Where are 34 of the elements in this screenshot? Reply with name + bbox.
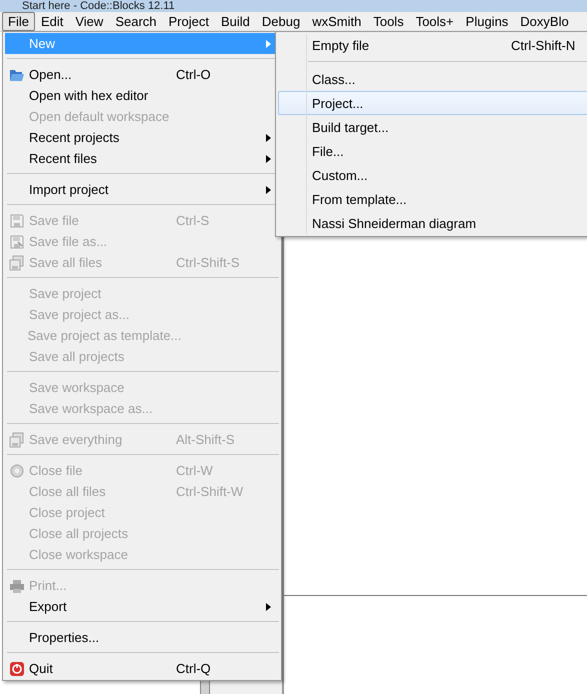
menu-item[interactable]: Recent files [5, 148, 279, 169]
menu-item[interactable]: File... [278, 139, 587, 163]
printer-icon [9, 578, 25, 594]
window-title: Start here - Code::Blocks 12.11 [22, 0, 175, 12]
menu-item[interactable]: Import project [5, 179, 279, 200]
power-icon [9, 660, 25, 676]
menu-bar-item[interactable]: Tools+ [410, 12, 460, 31]
circle-icon [9, 462, 25, 478]
menu-item[interactable]: Project... [278, 91, 587, 115]
menu-bar-item[interactable]: View [69, 12, 110, 31]
menu-bar-item[interactable]: DoxyBlo [514, 12, 575, 31]
menu-bar-item[interactable]: Build [214, 12, 256, 31]
menu-bar-item[interactable]: Debug [256, 12, 306, 31]
menu-item[interactable]: Class... [278, 67, 587, 91]
menu-item[interactable]: Open... Ctrl-O [5, 64, 279, 85]
menu-bar-item[interactable]: wxSmith [306, 12, 368, 31]
menu-item[interactable]: Export [5, 596, 279, 617]
menu-bar-item[interactable]: File [2, 12, 35, 31]
menu-item[interactable]: Custom... [278, 163, 587, 187]
menu-item[interactable]: Nassi Shneiderman diagram [278, 211, 587, 235]
floppy-disks-icon [9, 432, 25, 448]
menu-bar-item[interactable]: Edit [34, 12, 70, 31]
menu-bar-item[interactable]: Tools [367, 12, 410, 31]
menu-item[interactable]: Properties... [5, 627, 279, 648]
menu-item[interactable]: From template... [278, 187, 587, 211]
menu-item[interactable]: Empty file Ctrl-Shift-N [278, 33, 587, 57]
floppy-disks-icon [9, 254, 25, 270]
menu-bar-item[interactable]: Project [162, 12, 215, 31]
menu-item[interactable]: Quit Ctrl-Q [5, 658, 279, 679]
menu-item[interactable]: Open with hex editor [5, 85, 279, 106]
menu-item[interactable]: Recent projects [5, 127, 279, 148]
menu-item[interactable]: Build target... [278, 115, 587, 139]
menu-bar-item[interactable]: Search [109, 12, 163, 31]
menu-bar-item[interactable]: Plugins [460, 12, 514, 31]
